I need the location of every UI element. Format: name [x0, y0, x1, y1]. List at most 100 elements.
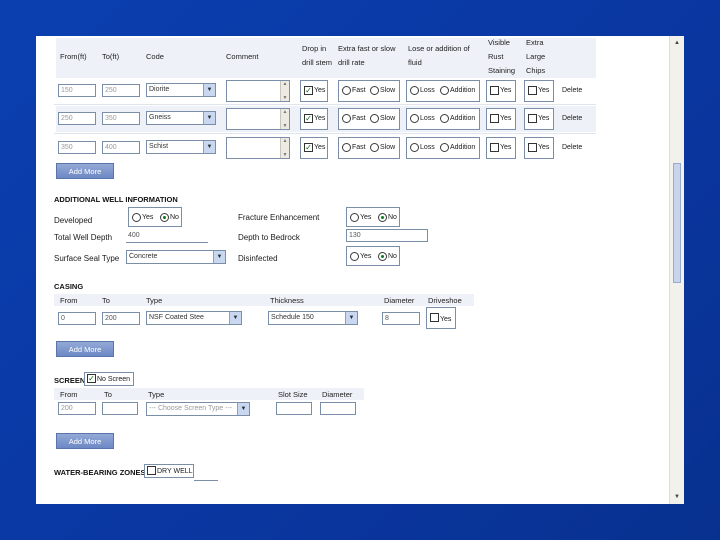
screen-type-select[interactable]: --- Choose Screen Type --- ▼ — [146, 402, 250, 416]
depth-bedrock-input[interactable]: 130 — [346, 229, 428, 242]
drill-row-1-from[interactable]: 150 — [58, 84, 96, 97]
no-screen-checkbox[interactable]: ✓ — [87, 374, 96, 383]
drill-row-3-to[interactable]: 400 — [102, 141, 140, 154]
disinfected-yes-radio[interactable] — [350, 252, 359, 261]
casing-header-from: From — [60, 296, 78, 305]
driveshoe-checkbox[interactable] — [430, 313, 439, 322]
surface-seal-value: Concrete — [129, 253, 158, 260]
casing-diameter-input[interactable]: 8 — [382, 312, 420, 325]
drill-row-1-comment[interactable]: ▲ ▼ — [226, 80, 290, 102]
drill-row-2-addition-radio[interactable] — [440, 114, 449, 123]
form-page: From(ft) To(ft) Code Comment Drop in dri… — [36, 36, 684, 504]
scroll-up-icon: ▲ — [282, 109, 288, 115]
page-scrollbar[interactable]: ▲ ▼ — [669, 36, 684, 504]
drill-row-2-chips-checkbox[interactable] — [528, 114, 537, 123]
fracture-yes-radio[interactable] — [350, 213, 359, 222]
drill-row-2-rust-label: Yes — [500, 115, 512, 122]
casing-type-select[interactable]: NSF Coated Stee ▼ — [146, 311, 242, 325]
drill-row-1-fast-radio[interactable] — [342, 86, 351, 95]
drill-row-3-slow-label: Slow — [380, 144, 396, 151]
drill-row-1-slow-radio[interactable] — [370, 86, 379, 95]
drill-header-rust-2: Rust — [488, 52, 504, 61]
drill-row-3-code-select[interactable]: Schist ▼ — [146, 140, 216, 154]
screen-header-from: From — [60, 390, 78, 399]
drill-row-3-comment[interactable]: ▲ ▼ — [226, 137, 290, 159]
drill-row-2-code-select[interactable]: Gneiss ▼ — [146, 111, 216, 125]
drill-row-3-rust-label: Yes — [500, 144, 512, 151]
drill-row-1-code-select[interactable]: Diorite ▼ — [146, 83, 216, 97]
row-separator — [54, 104, 596, 105]
screen-header-type: Type — [148, 390, 165, 399]
drill-row-3-chips-checkbox[interactable] — [528, 143, 537, 152]
drill-header-chips-2: Large — [526, 52, 546, 61]
drill-row-2-fast-radio[interactable] — [342, 114, 351, 123]
drill-row-2-comment[interactable]: ▲ ▼ — [226, 108, 290, 130]
drill-row-3-drop-checkbox[interactable]: ✓ — [304, 143, 313, 152]
drill-row-3-loss-radio[interactable] — [410, 143, 419, 152]
drill-row-2-from[interactable]: 250 — [58, 112, 96, 125]
drill-header-to: To(ft) — [102, 52, 120, 61]
casing-thickness-select[interactable]: Schedule 150 ▼ — [268, 311, 358, 325]
drill-header-rust-1: Visible — [488, 38, 510, 47]
drill-row-1-addition-radio[interactable] — [440, 86, 449, 95]
chevron-down-icon: ▼ — [229, 312, 241, 324]
drill-row-2-loss-label: Loss — [420, 115, 435, 122]
drill-row-2-chips-label: Yes — [538, 115, 550, 122]
scrollbar-thumb[interactable] — [673, 163, 681, 283]
drill-row-3-loss-label: Loss — [420, 144, 435, 151]
casing-header-to: To — [102, 296, 110, 305]
total-depth-input[interactable]: 400 — [126, 230, 208, 243]
scrollbar[interactable]: ▲ ▼ — [280, 109, 289, 129]
drill-row-1-chips-checkbox[interactable] — [528, 86, 537, 95]
fracture-no-radio[interactable] — [378, 213, 387, 222]
screen-diameter-input[interactable] — [320, 402, 356, 415]
disinfected-no-radio[interactable] — [378, 252, 387, 261]
drill-row-2-loss-radio[interactable] — [410, 114, 419, 123]
surface-seal-select[interactable]: Concrete ▼ — [126, 250, 226, 264]
casing-header-diameter: Diameter — [384, 296, 415, 305]
drill-row-2-rust-checkbox[interactable] — [490, 114, 499, 123]
casing-header-thickness: Thickness — [270, 296, 304, 305]
screen-slot-size-input[interactable] — [276, 402, 312, 415]
drill-row-3-slow-radio[interactable] — [370, 143, 379, 152]
screen-to-input[interactable] — [102, 402, 138, 415]
screen-header-diameter: Diameter — [322, 390, 353, 399]
driveshoe-label: Yes — [440, 316, 452, 323]
drill-row-2-delete-link[interactable]: Delete — [562, 114, 582, 124]
drill-row-1-drop-checkbox[interactable]: ✓ — [304, 86, 313, 95]
dry-well-checkbox[interactable] — [147, 466, 156, 475]
casing-add-more-button[interactable]: Add More — [56, 341, 114, 357]
drill-row-3-addition-radio[interactable] — [440, 143, 449, 152]
scroll-down-icon[interactable]: ▼ — [672, 492, 682, 502]
drill-row-3-fast-radio[interactable] — [342, 143, 351, 152]
scroll-up-icon[interactable]: ▲ — [672, 38, 682, 48]
drill-row-3-addition-label: Addition — [450, 144, 476, 151]
screen-from-input[interactable]: 200 — [58, 402, 96, 415]
drill-row-1-chips-label: Yes — [538, 87, 550, 94]
drill-row-2-drop-checkbox[interactable]: ✓ — [304, 114, 313, 123]
drill-row-3-from[interactable]: 350 — [58, 141, 96, 154]
disinfected-no-label: No — [388, 253, 397, 260]
casing-from-input[interactable]: 0 — [58, 312, 96, 325]
drill-row-2-to[interactable]: 350 — [102, 112, 140, 125]
developed-yes-radio[interactable] — [132, 213, 141, 222]
drill-row-1-delete-link[interactable]: Delete — [562, 86, 582, 96]
drill-row-3-drop-label: Yes — [314, 144, 326, 151]
drill-header-chips-1: Extra — [526, 38, 544, 47]
drill-row-1-slow-label: Slow — [380, 87, 396, 94]
casing-to-input[interactable]: 200 — [102, 312, 140, 325]
depth-bedrock-label: Depth to Bedrock — [238, 233, 300, 242]
drill-row-3-rust-checkbox[interactable] — [490, 143, 499, 152]
developed-no-radio[interactable] — [160, 213, 169, 222]
drill-row-3-chips-label: Yes — [538, 144, 550, 151]
drill-row-1-to[interactable]: 250 — [102, 84, 140, 97]
drill-row-1-rust-checkbox[interactable] — [490, 86, 499, 95]
drill-row-1-loss-radio[interactable] — [410, 86, 419, 95]
screen-add-more-button[interactable]: Add More — [56, 433, 114, 449]
scrollbar[interactable]: ▲ ▼ — [280, 138, 289, 158]
drill-add-more-button[interactable]: Add More — [56, 163, 114, 179]
scrollbar[interactable]: ▲ ▼ — [280, 81, 289, 101]
drill-row-2-slow-radio[interactable] — [370, 114, 379, 123]
chevron-down-icon: ▼ — [345, 312, 357, 324]
drill-row-3-delete-link[interactable]: Delete — [562, 143, 582, 153]
